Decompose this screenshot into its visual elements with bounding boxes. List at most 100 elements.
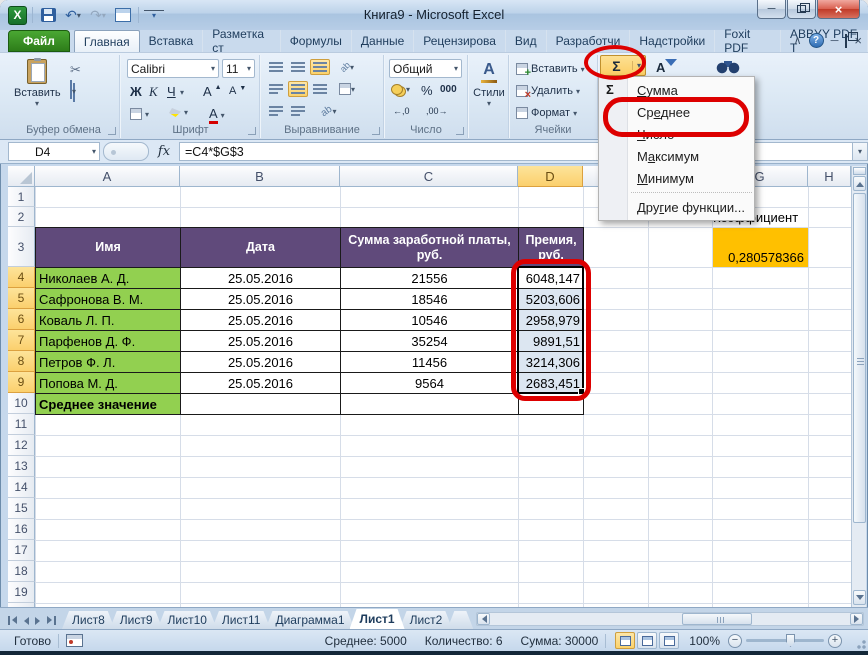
- tab-addins[interactable]: Надстройки: [630, 30, 716, 52]
- sheet-tab[interactable]: Лист2: [400, 611, 453, 629]
- autosum-button[interactable]: Σ ▾: [600, 55, 646, 76]
- bold-button[interactable]: Ж: [127, 83, 145, 100]
- row-header[interactable]: 19: [8, 582, 35, 603]
- underline-button[interactable]: Ч: [164, 83, 179, 100]
- sheet-tab[interactable]: Лист10: [158, 611, 217, 629]
- styles-button[interactable]: A Стили ▾: [471, 61, 507, 108]
- table-header-cell[interactable]: Дата: [181, 228, 341, 268]
- sheet-tab[interactable]: Лист11: [212, 611, 271, 629]
- page-break-view-button[interactable]: [659, 632, 680, 649]
- resize-grip[interactable]: [854, 637, 866, 649]
- sheet-tab[interactable]: Лист8: [62, 611, 115, 629]
- tab-foxit-pdf[interactable]: Foxit PDF: [715, 27, 781, 55]
- insert-function-button[interactable]: fx: [149, 144, 179, 159]
- scrollbar-thumb[interactable]: [682, 613, 753, 625]
- row-header[interactable]: 12: [8, 435, 35, 456]
- cell-b10[interactable]: [181, 394, 341, 415]
- cell-c4[interactable]: 21556: [341, 268, 519, 289]
- format-cells-button[interactable]: Формат ▾: [513, 104, 580, 122]
- column-header-d[interactable]: D: [518, 166, 583, 187]
- cell-a7[interactable]: Парфенов Д. Ф.: [36, 331, 181, 352]
- comma-style-button[interactable]: 000: [437, 83, 460, 96]
- row-header[interactable]: 16: [8, 519, 35, 540]
- sheet-tab-active[interactable]: Лист1: [350, 609, 405, 629]
- autosum-dropdown-arrow[interactable]: ▾: [632, 61, 645, 70]
- menu-item-sum[interactable]: Сумма: [599, 79, 754, 101]
- row-header[interactable]: 1: [8, 187, 35, 207]
- sort-filter-button[interactable]: А: [656, 57, 678, 77]
- cell-c10[interactable]: [341, 394, 519, 415]
- percent-style-button[interactable]: %: [418, 82, 436, 99]
- select-all-corner[interactable]: [8, 166, 35, 187]
- cell-d10[interactable]: [519, 394, 584, 415]
- table-header-cell[interactable]: Сумма заработной платы, руб.: [341, 228, 519, 268]
- row-header[interactable]: 4: [8, 267, 35, 288]
- prev-sheet-button[interactable]: [20, 616, 29, 625]
- merge-center-button[interactable]: ▾: [337, 81, 357, 97]
- row-header[interactable]: 11: [8, 414, 35, 435]
- column-header-b[interactable]: B: [180, 166, 340, 187]
- menu-item-count[interactable]: Число: [599, 123, 754, 145]
- fill-color-button[interactable]: ▾: [166, 107, 191, 118]
- name-box-splitter[interactable]: [103, 142, 149, 161]
- font-size-combo[interactable]: 11 ▾: [222, 59, 255, 78]
- cell-c6[interactable]: 10546: [341, 310, 519, 331]
- cell-b8[interactable]: 25.05.2016: [181, 352, 341, 373]
- tab-formulas[interactable]: Формулы: [281, 30, 352, 52]
- shrink-font-button[interactable]: А ▼: [226, 84, 249, 98]
- cut-button[interactable]: ✂: [70, 61, 81, 79]
- chevron-down-icon[interactable]: ▾: [180, 88, 184, 97]
- scroll-down-button[interactable]: [853, 590, 866, 605]
- table-header-cell[interactable]: Имя: [36, 228, 181, 268]
- italic-button[interactable]: К: [146, 83, 161, 101]
- align-middle-button[interactable]: [288, 59, 308, 75]
- increase-decimal-button[interactable]: ←,0: [390, 105, 413, 117]
- align-bottom-button[interactable]: [310, 59, 330, 75]
- column-header-h[interactable]: H: [808, 166, 851, 187]
- expand-formula-bar-button[interactable]: ▾: [852, 142, 868, 161]
- align-left-button[interactable]: [266, 81, 286, 97]
- paste-button[interactable]: Вставить ▾: [14, 58, 61, 108]
- first-sheet-button[interactable]: [8, 616, 17, 625]
- row-header[interactable]: 9: [8, 372, 35, 393]
- scrollbar-thumb[interactable]: [853, 193, 866, 523]
- menu-item-max[interactable]: Ма ксимум: [599, 145, 754, 167]
- align-right-button[interactable]: [310, 81, 330, 97]
- cell-b6[interactable]: 25.05.2016: [181, 310, 341, 331]
- copy-button[interactable]: ▾: [70, 80, 76, 99]
- cell-c7[interactable]: 35254: [341, 331, 519, 352]
- row-header[interactable]: 3: [8, 227, 35, 267]
- grow-font-button[interactable]: А ▲: [200, 83, 225, 100]
- font-name-combo[interactable]: Calibri ▾: [127, 59, 219, 78]
- close-button[interactable]: ×: [817, 0, 860, 19]
- scroll-left-button[interactable]: [477, 613, 491, 625]
- cell-b7[interactable]: 25.05.2016: [181, 331, 341, 352]
- macro-record-icon[interactable]: [66, 634, 84, 647]
- worksheet-grid[interactable]: A B C D E F G H 1 2 3 4 5 6 7 8 9 10 11 …: [8, 166, 851, 607]
- cell-c5[interactable]: 18546: [341, 289, 519, 310]
- insert-cells-button[interactable]: Вставить ▾: [513, 60, 588, 79]
- row-header[interactable]: 15: [8, 498, 35, 519]
- tab-page-layout[interactable]: Разметка ст: [203, 27, 281, 55]
- normal-view-button[interactable]: [615, 632, 636, 649]
- zoom-slider-thumb[interactable]: [786, 634, 795, 647]
- tab-home[interactable]: Главная: [73, 30, 140, 52]
- row-header[interactable]: 8: [8, 351, 35, 372]
- tab-file[interactable]: Файл: [8, 30, 70, 52]
- cell-c9[interactable]: 9564: [341, 373, 519, 394]
- cell-a5[interactable]: Сафронова В. М.: [36, 289, 181, 310]
- cell-g3-coefficient-value[interactable]: 0,280578366: [713, 228, 808, 267]
- dialog-launcher-icon[interactable]: [108, 127, 116, 135]
- maximize-button[interactable]: [787, 0, 816, 19]
- number-format-combo[interactable]: Общий ▾: [389, 59, 462, 78]
- tab-review[interactable]: Рецензирова: [414, 30, 506, 52]
- cell-a9[interactable]: Попова М. Д.: [36, 373, 181, 394]
- cell-b4[interactable]: 25.05.2016: [181, 268, 341, 289]
- accounting-format-button[interactable]: ▾: [388, 83, 413, 96]
- next-sheet-button[interactable]: [35, 616, 44, 625]
- scroll-up-button[interactable]: [853, 176, 866, 191]
- decrease-decimal-button[interactable]: ,00→: [423, 105, 451, 117]
- cell-b9[interactable]: 25.05.2016: [181, 373, 341, 394]
- row-header[interactable]: 18: [8, 561, 35, 582]
- row-header[interactable]: 14: [8, 477, 35, 498]
